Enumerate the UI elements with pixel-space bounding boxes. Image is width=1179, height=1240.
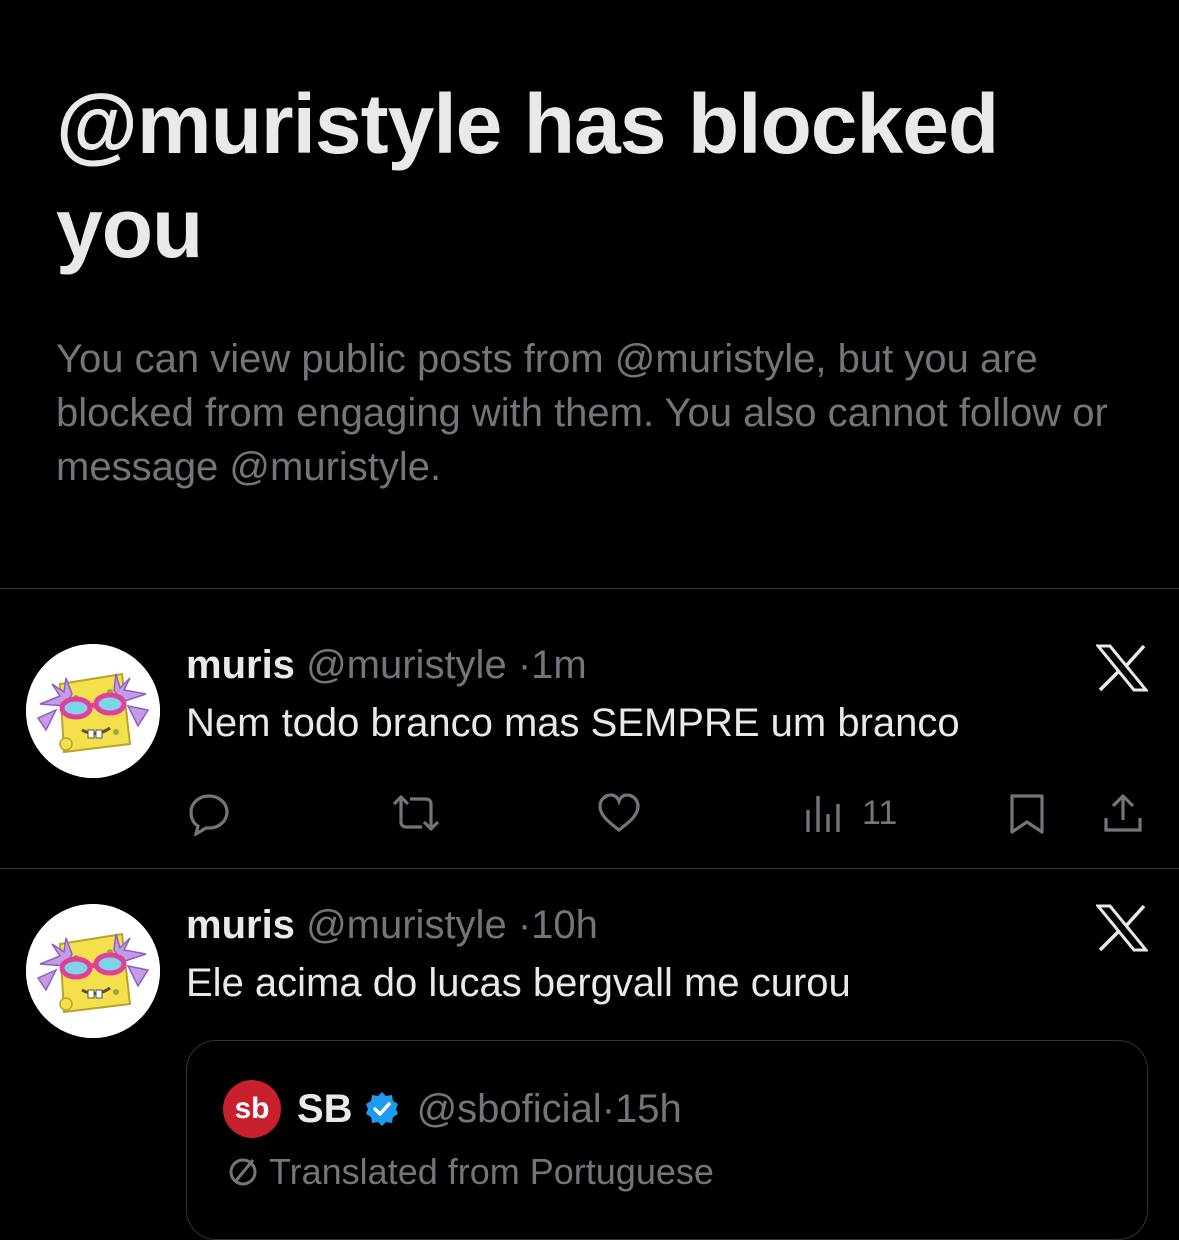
post-time[interactable]: 1m [531,643,587,687]
divider [0,868,1179,869]
repost-button[interactable] [388,788,444,838]
avatar[interactable] [26,904,160,1038]
share-button[interactable] [1100,788,1146,838]
post-actions: 11 [186,788,1146,838]
post-header: muris @muristyle ·1m [186,640,587,690]
bookmark-icon [1010,794,1044,834]
blocked-notice: @muristyle has blocked you You can view … [56,72,1136,494]
reply-button[interactable] [186,788,232,838]
verified-badge-icon [365,1092,398,1126]
quoted-author-handle[interactable]: @sboficial [417,1087,602,1132]
translated-label[interactable]: Translated from Portuguese [225,1151,714,1193]
x-logo-icon[interactable] [1096,644,1148,692]
divider [0,588,1179,589]
views-icon [806,796,840,832]
separator-dot: · [601,1086,616,1131]
quoted-post[interactable]: sb SB @sboficial · 15h Translated from Po… [186,1040,1148,1240]
views-count: 11 [862,793,898,832]
translated-text: Translated from Portuguese [269,1151,714,1192]
views-button[interactable]: 11 [802,788,897,838]
author-handle[interactable]: @muristyle [306,643,507,687]
translate-icon [229,1158,257,1186]
post-text: Nem todo branco mas SEMPRE um branco [186,701,960,745]
post[interactable]: muris @muristyle ·10h Ele acima do lucas… [0,900,1179,1240]
blocked-title: @muristyle has blocked you [56,77,999,275]
like-icon [598,793,640,833]
blocked-description: You can view public posts from @muristyl… [56,337,1108,489]
separator-dot: · [517,643,532,687]
share-icon [1104,794,1142,832]
author-name[interactable]: muris [186,643,295,687]
quoted-author-name[interactable]: SB [297,1087,353,1132]
quoted-post-header: sb SB @sboficial · 15h [223,1080,682,1138]
post[interactable]: muris @muristyle ·1m Nem todo branco mas… [0,640,1179,868]
author-handle[interactable]: @muristyle [306,903,507,947]
quoted-post-time[interactable]: 15h [615,1087,682,1132]
sb-logo-text: sb [234,1092,270,1125]
sb-logo[interactable]: sb [223,1080,281,1138]
spongebob-avatar-image [26,904,160,1038]
repost-icon [392,795,440,831]
separator-dot: · [517,903,532,947]
spongebob-avatar-image [26,644,160,778]
avatar[interactable] [26,644,160,778]
reply-icon [189,794,229,836]
like-button[interactable] [596,788,642,838]
post-time[interactable]: 10h [531,903,598,947]
post-text: Ele acima do lucas bergvall me curou [186,961,851,1005]
bookmark-button[interactable] [1004,788,1050,838]
x-logo-icon[interactable] [1096,904,1148,952]
author-name[interactable]: muris [186,903,295,947]
post-header: muris @muristyle ·10h [186,900,598,950]
